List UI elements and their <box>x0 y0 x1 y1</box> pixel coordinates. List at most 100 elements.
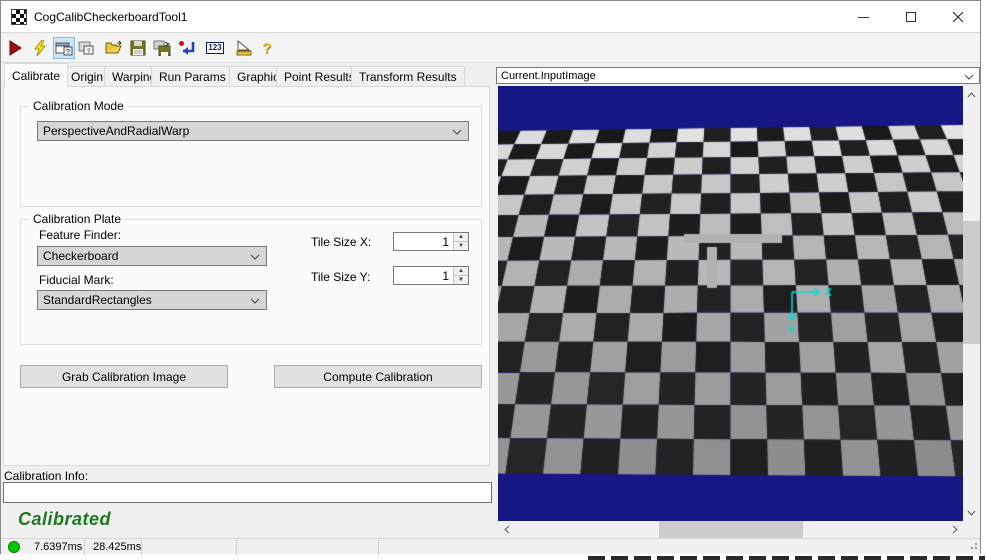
calibration-status-text: Calibrated <box>18 509 111 530</box>
save-button[interactable] <box>127 37 149 59</box>
numeric-display-icon: 123 <box>206 42 223 54</box>
execution-time: 7.6397ms <box>34 541 82 553</box>
stepper-up-icon: ▲ <box>454 233 468 242</box>
image-pane-icon: ? <box>55 40 73 56</box>
resize-grip[interactable] <box>969 543 977 551</box>
chevron-right-icon <box>952 525 958 534</box>
vertical-scrollbar[interactable] <box>963 86 980 521</box>
calibration-mode-group: Calibration Mode PerspectiveAndRadialWar… <box>20 106 482 207</box>
run-icon <box>7 40 23 56</box>
fiducial-mark-select[interactable]: StandardRectangles <box>37 290 267 310</box>
geometry-button[interactable] <box>233 37 255 59</box>
chevron-down-icon <box>250 298 260 304</box>
calibration-mode-select[interactable]: PerspectiveAndRadialWarp <box>37 121 469 141</box>
help-button[interactable]: ? <box>256 37 278 59</box>
maximize-icon <box>906 12 916 22</box>
tab-point-results[interactable]: Point Results <box>276 66 363 86</box>
stepper-down-icon: ▼ <box>454 276 468 284</box>
close-button[interactable] <box>941 5 975 29</box>
maximize-button[interactable] <box>894 5 928 29</box>
tab-label: Calibrate <box>12 69 60 83</box>
feature-finder-select[interactable]: Checkerboard <box>37 246 267 266</box>
minimize-button[interactable] <box>846 5 880 29</box>
calibration-info-label: Calibration Info: <box>4 469 88 483</box>
copy-pane-button[interactable]: ? <box>75 37 97 59</box>
electric-run-button[interactable] <box>29 37 51 59</box>
tab-label: Point Results <box>284 70 355 84</box>
checkerboard-app-icon <box>11 9 27 25</box>
window-title: CogCalibCheckerboardTool1 <box>34 10 187 24</box>
numeric-display-button[interactable]: 123 <box>204 37 226 59</box>
chevron-down-icon <box>964 74 974 80</box>
tab-run-params[interactable]: Run Params <box>151 66 234 86</box>
toolbar: ? ? <box>1 34 980 63</box>
background-window-fragment <box>588 556 985 560</box>
calibration-plate-group: Calibration Plate Feature Finder: Checke… <box>20 219 482 345</box>
tab-transform-results[interactable]: Transform Results <box>351 66 465 86</box>
svg-text:?: ? <box>66 49 70 56</box>
calibration-info-field[interactable] <box>3 482 492 503</box>
chevron-up-icon <box>967 92 976 98</box>
open-icon <box>105 40 123 56</box>
stepper-buttons[interactable]: ▲▼ <box>453 267 468 284</box>
scroll-left-button[interactable] <box>498 521 515 538</box>
reset-button[interactable] <box>176 37 198 59</box>
tab-label: Run Params <box>159 70 226 84</box>
help-icon: ? <box>262 40 271 57</box>
save-image-button[interactable] <box>151 37 173 59</box>
geometry-icon <box>235 40 253 56</box>
image-source-value: Current.InputImage <box>501 70 596 82</box>
stepper-down-icon: ▼ <box>454 242 468 250</box>
tab-label: Warping <box>112 70 156 84</box>
run-status-dot-icon <box>8 541 20 553</box>
tile-size-y-value: 1 <box>394 267 453 284</box>
feature-finder-value: Checkerboard <box>43 249 118 263</box>
chevron-down-icon <box>452 129 462 135</box>
status-bar: 7.6397ms 28.425ms <box>1 538 980 554</box>
tile-size-y-stepper[interactable]: 1 ▲▼ <box>393 266 469 285</box>
tile-size-y-label: Tile Size Y: <box>311 270 370 284</box>
tile-size-x-label: Tile Size X: <box>311 235 371 249</box>
calibration-mode-group-label: Calibration Mode <box>29 99 128 113</box>
run-button[interactable] <box>4 37 26 59</box>
divider <box>236 539 237 555</box>
fiducial-mark-label: Fiducial Mark: <box>39 273 114 287</box>
scroll-down-button[interactable] <box>963 504 980 521</box>
save-icon <box>130 40 146 56</box>
chevron-down-icon <box>967 510 976 516</box>
calibration-plate-group-label: Calibration Plate <box>29 212 125 226</box>
electric-run-icon <box>32 40 48 56</box>
tab-calibrate[interactable]: Calibrate <box>4 63 68 87</box>
open-button[interactable] <box>103 37 125 59</box>
divider <box>141 539 142 555</box>
horizontal-scroll-thumb[interactable] <box>659 521 803 538</box>
vertical-scroll-thumb[interactable] <box>963 221 980 344</box>
copy-pane-icon: ? <box>77 40 95 56</box>
scroll-right-button[interactable] <box>946 521 963 538</box>
fiducial-mark-value: StandardRectangles <box>43 293 152 307</box>
stepper-buttons[interactable]: ▲▼ <box>453 233 468 250</box>
calibrate-tab-page: Calibration Mode PerspectiveAndRadialWar… <box>3 86 490 466</box>
close-icon <box>952 11 964 23</box>
chevron-left-icon <box>504 525 510 534</box>
image-pane-button[interactable]: ? <box>53 37 75 59</box>
total-time: 28.425ms <box>93 541 141 553</box>
horizontal-scrollbar[interactable] <box>498 521 963 538</box>
image-display[interactable] <box>498 86 963 521</box>
title-bar: CogCalibCheckerboardTool1 <box>1 1 980 33</box>
image-source-select[interactable]: Current.InputImage <box>496 67 980 84</box>
divider <box>84 539 85 555</box>
save-image-icon <box>153 40 171 56</box>
feature-finder-label: Feature Finder: <box>39 228 121 242</box>
stepper-up-icon: ▲ <box>454 267 468 276</box>
cogcalib-tool-window: CogCalibCheckerboardTool1 ? ? <box>0 0 981 554</box>
grab-calibration-image-button[interactable]: Grab Calibration Image <box>20 365 228 388</box>
minimize-icon <box>858 17 869 18</box>
tile-size-x-value: 1 <box>394 233 453 250</box>
compute-calibration-button[interactable]: Compute Calibration <box>274 365 482 388</box>
tab-label: Origin <box>71 70 103 84</box>
scroll-up-button[interactable] <box>963 86 980 103</box>
tile-size-x-stepper[interactable]: 1 ▲▼ <box>393 232 469 251</box>
tab-label: Transform Results <box>359 70 457 84</box>
calibration-mode-value: PerspectiveAndRadialWarp <box>43 124 189 138</box>
